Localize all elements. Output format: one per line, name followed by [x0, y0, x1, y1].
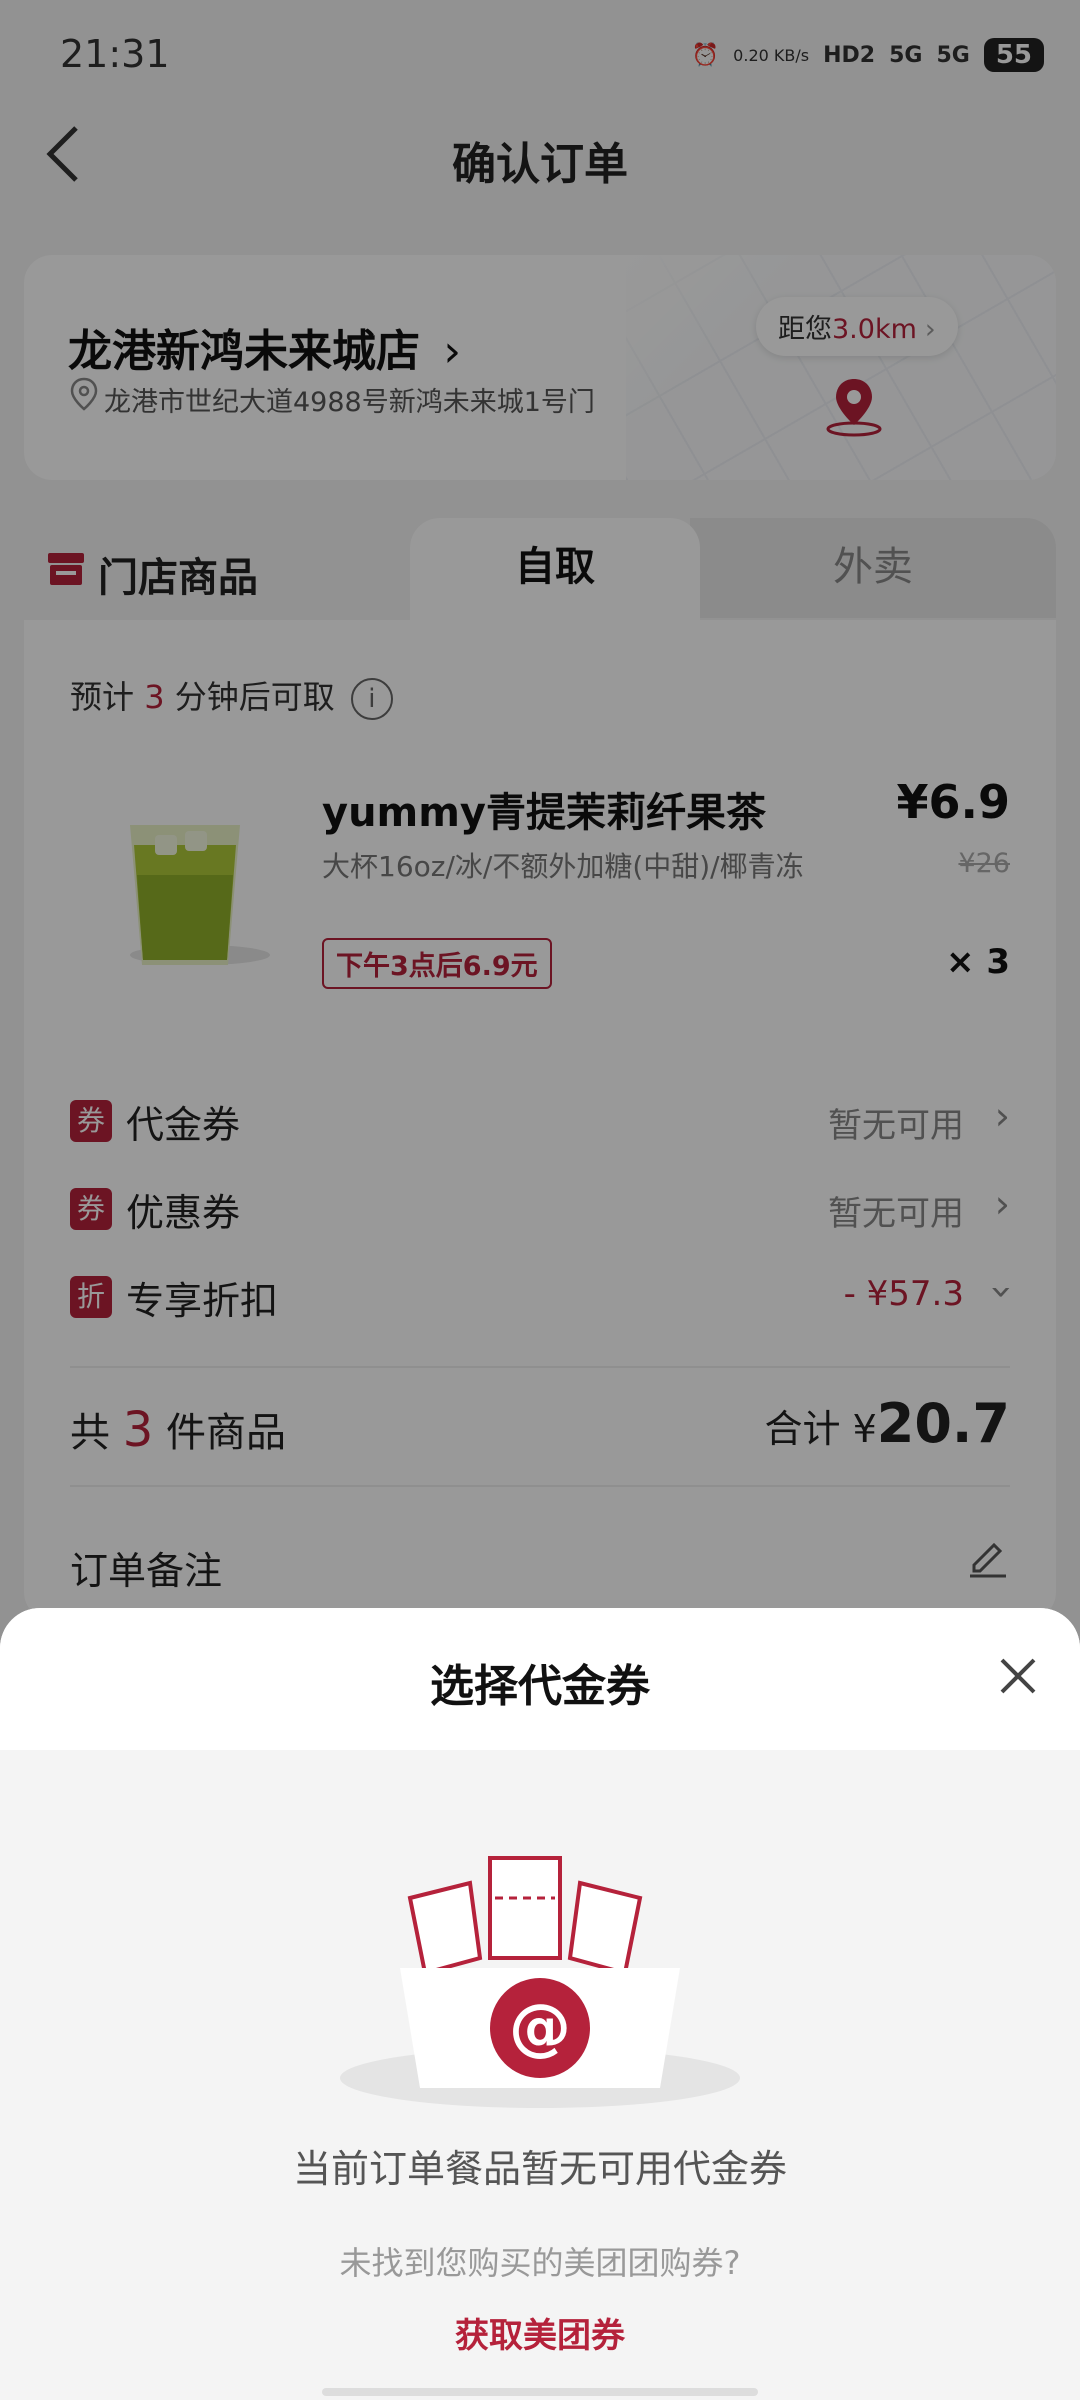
- empty-message: 当前订单餐品暂无可用代金券: [292, 2147, 787, 2191]
- get-meituan-voucher-link[interactable]: 获取美团券: [0, 2308, 1080, 2357]
- empty-voucher-illustration: @: [330, 1838, 750, 2122]
- sheet-header: 选择代金券: [0, 1608, 1080, 1750]
- sheet-title: 选择代金券: [430, 1661, 650, 1712]
- close-icon[interactable]: [996, 1634, 1040, 1714]
- hint-text: 未找到您购买的美团团购券?: [339, 2244, 741, 2282]
- svg-text:@: @: [509, 1990, 571, 2063]
- home-indicator: [322, 2388, 758, 2396]
- voucher-sheet: 选择代金券 @ 当前订单餐品暂无可用代金券 未找到您购买的美团团购券? 获取美团…: [0, 1608, 1080, 2400]
